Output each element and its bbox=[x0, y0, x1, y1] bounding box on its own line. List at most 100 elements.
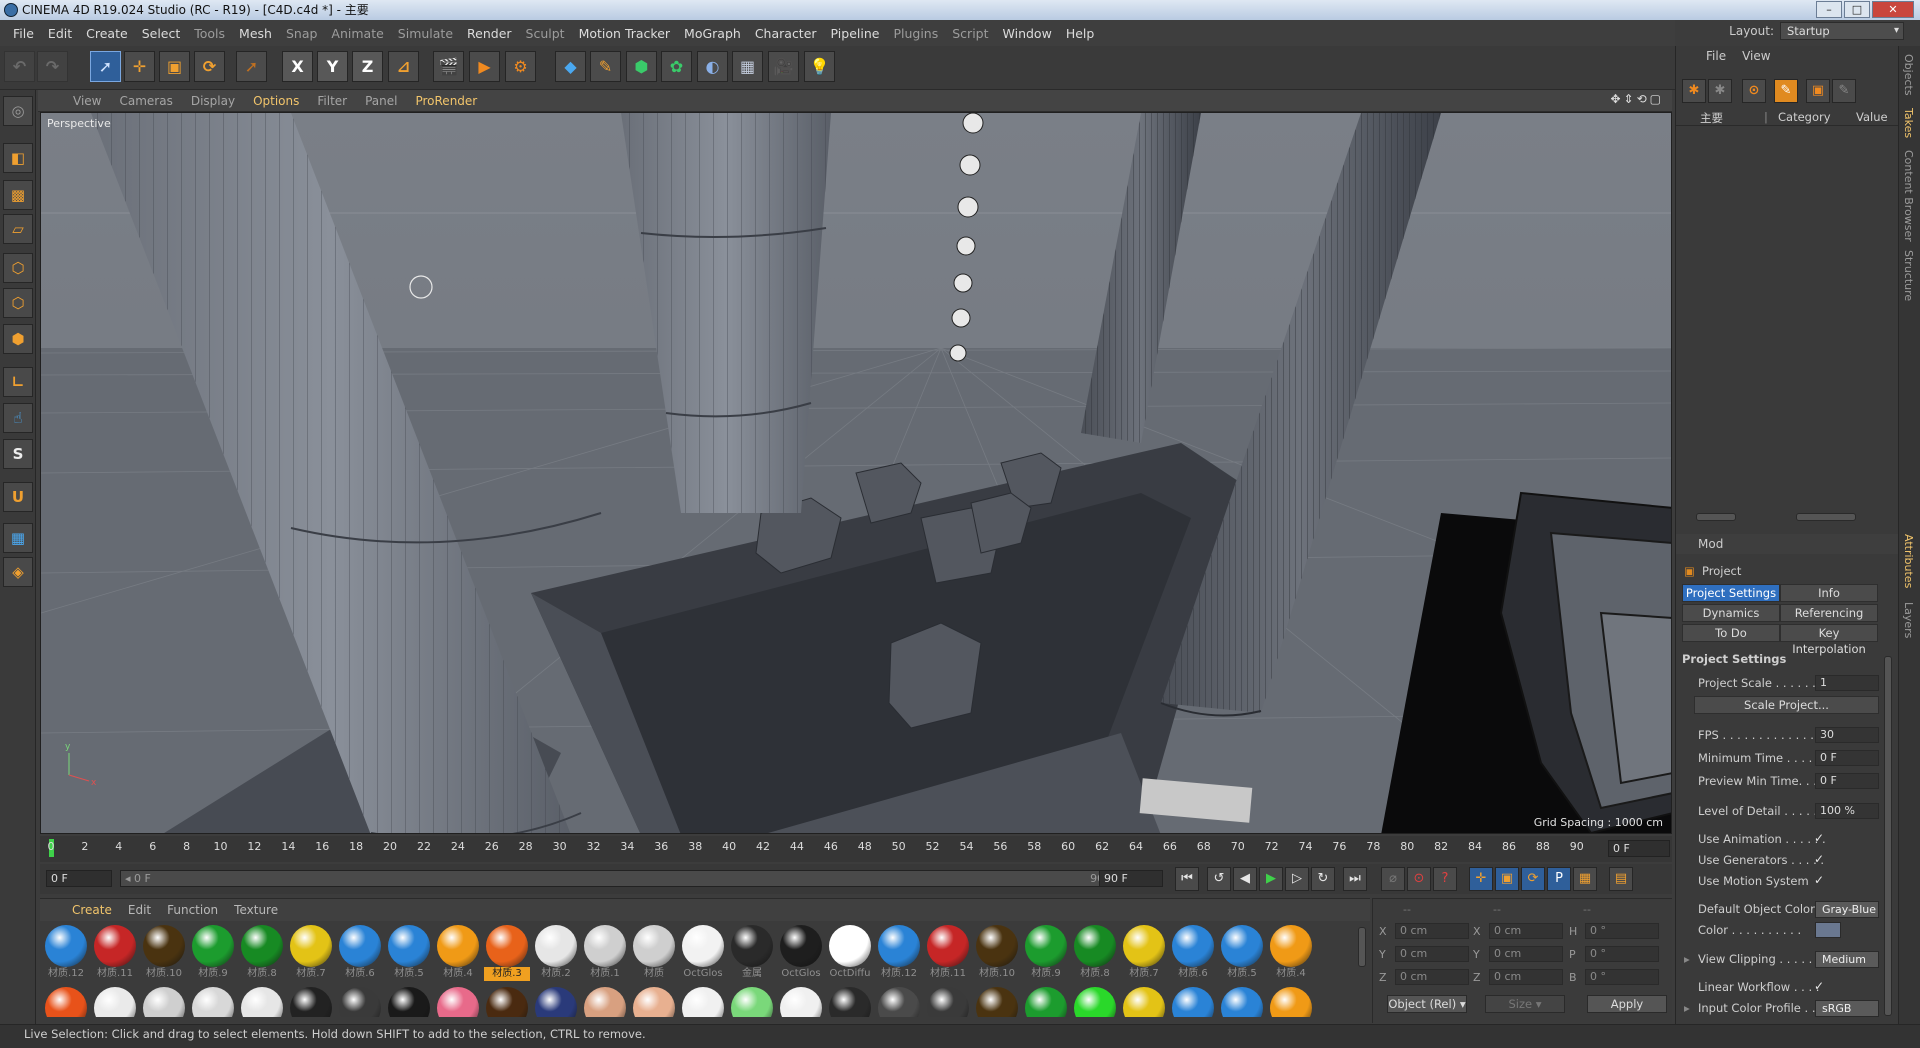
material-swatch[interactable]: 材质.9 bbox=[190, 925, 236, 981]
material-swatch[interactable]: OctDiffu bbox=[827, 925, 873, 981]
fps-field[interactable]: 30 bbox=[1815, 727, 1879, 743]
material-swatch[interactable] bbox=[1072, 987, 1118, 1017]
material-swatch[interactable] bbox=[92, 987, 138, 1017]
side-tab-content-browser[interactable]: Content Browser bbox=[1902, 150, 1915, 242]
viewport-menu-options[interactable]: Options bbox=[244, 94, 308, 108]
menu-motion-tracker[interactable]: Motion Tracker bbox=[572, 26, 677, 41]
material-scrollbar[interactable] bbox=[1358, 927, 1366, 967]
use-generators-checkbox[interactable]: ✓ bbox=[1814, 852, 1824, 866]
menu-file[interactable]: File bbox=[6, 26, 41, 41]
coord-value-field[interactable]: 0 ° bbox=[1585, 923, 1659, 939]
deformer-icon[interactable]: ◐ bbox=[697, 51, 728, 82]
menu-plugins[interactable]: Plugins bbox=[886, 26, 945, 41]
x-axis-lock-icon[interactable]: X bbox=[282, 51, 313, 82]
menu-edit[interactable]: Edit bbox=[41, 26, 79, 41]
color-swatch[interactable] bbox=[1815, 922, 1841, 938]
subdivision-surface-icon[interactable]: ⬢ bbox=[626, 51, 657, 82]
material-swatch[interactable]: OctGlos bbox=[778, 925, 824, 981]
menu-snap[interactable]: Snap bbox=[279, 26, 324, 41]
material-menu-texture[interactable]: Texture bbox=[226, 903, 286, 917]
material-swatch[interactable] bbox=[1219, 987, 1265, 1017]
record-active-icon[interactable]: ⊙ bbox=[1407, 867, 1431, 891]
coordinate-system-icon[interactable]: ⊿ bbox=[388, 51, 419, 82]
material-swatch[interactable] bbox=[484, 987, 530, 1017]
material-swatch[interactable] bbox=[43, 987, 89, 1017]
coordinate-mode-dropdown[interactable]: Object (Rel) ▾ bbox=[1387, 995, 1467, 1013]
autokey-icon[interactable]: ? bbox=[1433, 867, 1457, 891]
input-color-profile-dropdown[interactable]: sRGB bbox=[1815, 1000, 1879, 1017]
material-swatch[interactable] bbox=[925, 987, 971, 1017]
object-tool-2-icon[interactable]: ✱ bbox=[1708, 79, 1732, 103]
material-swatch[interactable]: 材质.8 bbox=[239, 925, 285, 981]
object-tool-1-icon[interactable]: ✱ bbox=[1682, 79, 1706, 103]
scale-project-button[interactable]: Scale Project... bbox=[1694, 696, 1879, 714]
viewport-menu-panel[interactable]: Panel bbox=[356, 94, 406, 108]
key-rotation-icon[interactable]: ⟳ bbox=[1521, 867, 1545, 891]
material-swatch[interactable] bbox=[386, 987, 432, 1017]
side-tab-takes[interactable]: Takes bbox=[1902, 108, 1915, 138]
material-swatch[interactable]: 材质.7 bbox=[1121, 925, 1167, 981]
material-swatch[interactable]: 材质.12 bbox=[876, 925, 922, 981]
points-mode-icon[interactable]: ⬡ bbox=[3, 253, 33, 283]
material-swatch[interactable]: 材质.4 bbox=[1268, 925, 1314, 981]
apply-button[interactable]: Apply bbox=[1587, 995, 1667, 1013]
minimum-time-field[interactable]: 0 F bbox=[1815, 750, 1879, 766]
preview-min-time-field[interactable]: 0 F bbox=[1815, 773, 1879, 789]
material-swatch[interactable] bbox=[141, 987, 187, 1017]
maximize-button[interactable]: □ bbox=[1844, 1, 1870, 18]
material-swatch[interactable] bbox=[1268, 987, 1314, 1017]
material-swatch[interactable]: 材质.4 bbox=[435, 925, 481, 981]
material-menu-create[interactable]: Create bbox=[64, 903, 120, 917]
menu-window[interactable]: Window bbox=[996, 26, 1059, 41]
material-swatch[interactable]: 材质.8 bbox=[1072, 925, 1118, 981]
previous-key-icon[interactable]: ↺ bbox=[1207, 867, 1231, 891]
planar-workplane-icon[interactable]: ◈ bbox=[3, 557, 33, 587]
live-selection-icon[interactable]: ➚ bbox=[90, 51, 121, 82]
play-icon[interactable]: ▶ bbox=[1259, 867, 1283, 891]
edges-mode-icon[interactable]: ⬡ bbox=[3, 288, 33, 318]
material-menu-function[interactable]: Function bbox=[159, 903, 226, 917]
object-file-menu[interactable]: File bbox=[1698, 49, 1734, 63]
object-tool-5-icon[interactable]: ▣ bbox=[1806, 79, 1830, 103]
menu-mesh[interactable]: Mesh bbox=[232, 26, 279, 41]
axis-mode-icon[interactable]: ∟ bbox=[3, 367, 33, 397]
light-icon[interactable]: 💡 bbox=[804, 51, 835, 82]
viewport-menu-cameras[interactable]: Cameras bbox=[110, 94, 181, 108]
coord-value-field[interactable]: 0 cm bbox=[1395, 923, 1469, 939]
undo-icon[interactable]: ↶ bbox=[4, 51, 35, 82]
input-color-profile-expand-icon[interactable]: ▸ bbox=[1684, 1001, 1690, 1015]
coord-value-field[interactable]: 0 ° bbox=[1585, 946, 1659, 962]
model-mode-icon[interactable]: ◧ bbox=[3, 143, 33, 173]
object-tool-6-icon[interactable]: ✎ bbox=[1832, 79, 1856, 103]
level-of-detail-field[interactable]: 100 % bbox=[1815, 803, 1879, 819]
solo-mode-icon[interactable]: S bbox=[3, 439, 33, 469]
viewport-menu-view[interactable]: View bbox=[64, 94, 110, 108]
key-position-icon[interactable]: ✛ bbox=[1469, 867, 1493, 891]
object-hscrollbar[interactable] bbox=[1696, 513, 1736, 521]
record-keys-disabled-icon[interactable]: ⌀ bbox=[1381, 867, 1405, 891]
mograph-cloner-icon[interactable]: ✿ bbox=[661, 51, 692, 82]
material-swatch[interactable]: 材质.1 bbox=[582, 925, 628, 981]
spline-pen-icon[interactable]: ✎ bbox=[590, 51, 621, 82]
key-scale-icon[interactable]: ▣ bbox=[1495, 867, 1519, 891]
coord-value-field[interactable]: 0 cm bbox=[1489, 923, 1563, 939]
menu-character[interactable]: Character bbox=[748, 26, 824, 41]
view-clipping-dropdown[interactable]: Medium bbox=[1815, 951, 1879, 968]
timeline-ruler[interactable]: 0 F 0 2 4 6 8 10 12 14 16 18 20 22 24 26 28 30 32 34 36 38 4… bbox=[40, 836, 1672, 862]
tab-to-do[interactable]: To Do bbox=[1682, 624, 1780, 642]
side-tab-objects[interactable]: Objects bbox=[1902, 54, 1915, 96]
menu-animate[interactable]: Animate bbox=[324, 26, 390, 41]
make-editable-icon[interactable]: ◎ bbox=[3, 96, 33, 126]
material-swatch[interactable]: 材质.11 bbox=[925, 925, 971, 981]
use-motion-system-checkbox[interactable]: ✓ bbox=[1814, 873, 1824, 887]
key-point-level-icon[interactable]: ▦ bbox=[1573, 867, 1597, 891]
material-swatch[interactable] bbox=[778, 987, 824, 1017]
render-view-icon[interactable]: 🎬 bbox=[433, 51, 464, 82]
recent-tool-icon[interactable]: ➚ bbox=[236, 51, 267, 82]
rotate-icon[interactable]: ⟳ bbox=[194, 51, 225, 82]
viewport-navigation-icons[interactable]: ✥⇕⟲▢ bbox=[1610, 92, 1664, 106]
material-swatch[interactable] bbox=[435, 987, 481, 1017]
cube-primitive-icon[interactable]: ◆ bbox=[555, 51, 586, 82]
side-tab-layers[interactable]: Layers bbox=[1902, 602, 1915, 638]
end-frame-field[interactable]: 90 F bbox=[1099, 870, 1163, 887]
